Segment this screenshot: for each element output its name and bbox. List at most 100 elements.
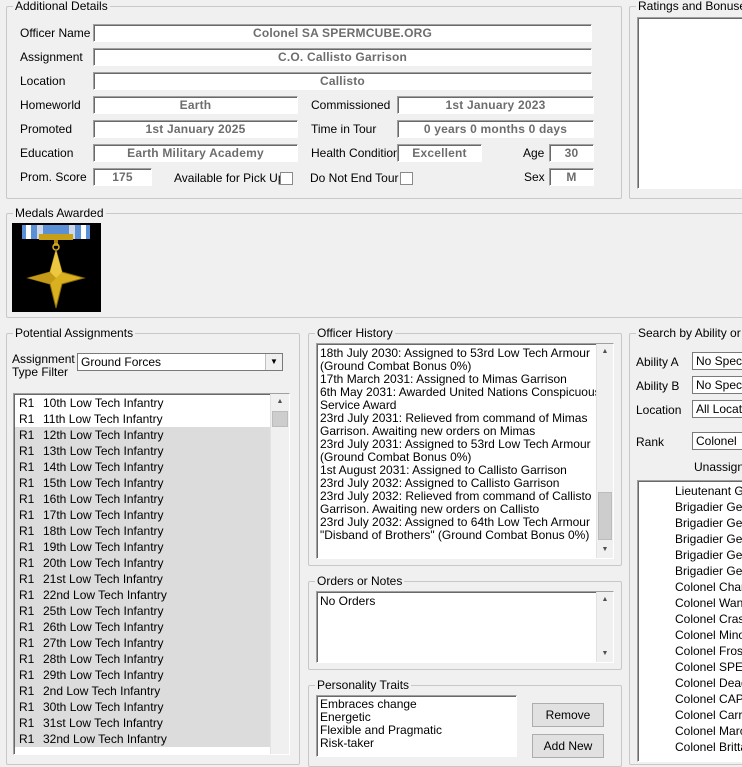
assignment-list-item[interactable]: R1 27th Low Tech Infantry — [15, 635, 272, 651]
assignment-list-item[interactable]: R1 2nd Low Tech Infantry — [15, 683, 272, 699]
time-in-tour-field[interactable]: 0 years 0 months 0 days — [397, 120, 594, 138]
potential-assignments-rows: R1 10th Low Tech Infantry R1 11th Low Tech … — [15, 395, 272, 747]
assignment-field[interactable]: C.O. Callisto Garrison — [93, 48, 592, 66]
orders-scrollbar[interactable]: ▲ ▼ — [596, 592, 613, 662]
search-result-item[interactable]: Colonel Wanu — [675, 595, 742, 611]
assignment-list-item[interactable]: R1 32nd Low Tech Infantry — [15, 731, 272, 747]
remove-trait-button[interactable]: Remove — [532, 703, 604, 727]
personality-trait-item[interactable]: Risk-taker — [320, 737, 442, 750]
assignment-list-item[interactable]: R1 26th Low Tech Infantry — [15, 619, 272, 635]
assignment-list-item[interactable]: R1 12th Low Tech Infantry — [15, 427, 272, 443]
ability-b-select[interactable]: No Specif — [692, 376, 742, 394]
commissioned-field[interactable]: 1st January 2023 — [397, 96, 594, 114]
ratings-list[interactable] — [637, 17, 742, 189]
education-label: Education — [20, 146, 74, 160]
assignment-list-item[interactable]: R1 17th Low Tech Infantry — [15, 507, 272, 523]
potential-assignments-scrollbar[interactable]: ▲ — [270, 394, 289, 754]
scroll-down-icon[interactable]: ▼ — [597, 646, 613, 662]
assignment-rank: R1 — [19, 668, 35, 682]
assignment-list-item[interactable]: R1 11th Low Tech Infantry — [15, 411, 272, 427]
search-result-item[interactable]: Brigadier Gene — [675, 547, 742, 563]
rank-select[interactable]: Colonel — [692, 432, 742, 450]
assignment-type-filter[interactable]: Ground Forces ▼ — [77, 353, 283, 371]
location-field[interactable]: Callisto — [93, 72, 592, 90]
search-result-item[interactable]: Colonel Carrol — [675, 707, 742, 723]
assignment-name: 14th Low Tech Infantry — [43, 460, 164, 474]
officer-history-scrollbar[interactable]: ▲ ▼ — [596, 344, 613, 558]
search-result-item[interactable]: Colonel Minorf — [675, 627, 742, 643]
search-result-item[interactable]: Colonel Marc I — [675, 723, 742, 739]
officer-name-field[interactable]: Colonel SA SPERMCUBE.ORG — [93, 24, 592, 42]
officer-name-label: Officer Name — [20, 26, 91, 40]
assignment-name: 11th Low Tech Infantry — [43, 412, 163, 426]
search-result-item[interactable]: Colonel SPER — [675, 659, 742, 675]
history-line: "Disband of Brothers" (Ground Combat Bon… — [320, 528, 590, 542]
promoted-field[interactable]: 1st January 2025 — [93, 120, 298, 138]
assignment-list-item[interactable]: R1 18th Low Tech Infantry — [15, 523, 272, 539]
search-result-item[interactable]: Brigadier Gene — [675, 563, 742, 579]
homeworld-label: Homeworld — [20, 98, 81, 112]
search-result-item[interactable]: Colonel CAPS — [675, 691, 742, 707]
search-result-item[interactable]: Brigadier Gene — [675, 531, 742, 547]
sex-field[interactable]: M — [549, 168, 594, 186]
search-result-item[interactable]: Brigadier Gene — [675, 515, 742, 531]
available-pickup-checkbox[interactable] — [280, 172, 293, 185]
assignment-rank: R1 — [19, 604, 35, 618]
medal-image[interactable] — [12, 223, 101, 312]
scroll-thumb[interactable] — [272, 411, 288, 427]
age-field[interactable]: 30 — [549, 144, 594, 162]
chevron-down-icon[interactable]: ▼ — [265, 354, 282, 370]
scroll-up-icon[interactable]: ▲ — [597, 592, 613, 608]
search-location-select[interactable]: All Locatio — [692, 400, 742, 418]
assignment-name: 17th Low Tech Infantry — [43, 508, 164, 522]
assignment-list-item[interactable]: R1 25th Low Tech Infantry — [15, 603, 272, 619]
personality-title: Personality Traits — [315, 678, 412, 692]
search-results-rows: Lieutenant GeBrigadier GeneBrigadier Gen… — [675, 483, 742, 755]
search-result-item[interactable]: Colonel Deade — [675, 675, 742, 691]
homeworld-field[interactable]: Earth — [93, 96, 298, 114]
assignment-list-item[interactable]: R1 19th Low Tech Infantry — [15, 539, 272, 555]
prom-score-field[interactable]: 175 — [93, 168, 152, 186]
search-result-item[interactable]: Colonel Crassu — [675, 611, 742, 627]
health-condition-field[interactable]: Excellent — [397, 144, 482, 162]
assignment-list-item[interactable]: R1 14th Low Tech Infantry — [15, 459, 272, 475]
search-result-item[interactable]: Lieutenant Ge — [675, 483, 742, 499]
officer-history-text[interactable]: 18th July 2030: Assigned to 53rd Low Tec… — [316, 343, 614, 559]
search-result-item[interactable]: Brigadier Gene — [675, 499, 742, 515]
scroll-thumb[interactable] — [598, 492, 612, 540]
scroll-down-icon[interactable]: ▼ — [597, 542, 613, 558]
search-result-item[interactable]: Colonel Britta I — [675, 739, 742, 755]
search-result-item[interactable]: Colonel Froste — [675, 643, 742, 659]
assignment-name: 12th Low Tech Infantry — [43, 428, 164, 442]
assignment-rank: R1 — [19, 492, 35, 506]
search-result-item[interactable]: Colonel Cham — [675, 579, 742, 595]
scroll-up-icon[interactable]: ▲ — [597, 344, 613, 360]
assignment-list-item[interactable]: R1 20th Low Tech Infantry — [15, 555, 272, 571]
assignment-rank: R1 — [19, 396, 35, 410]
do-not-end-tour-checkbox[interactable] — [400, 172, 413, 185]
assignment-list-item[interactable]: R1 29th Low Tech Infantry — [15, 667, 272, 683]
assignment-rank: R1 — [19, 732, 35, 746]
potential-assignments-list[interactable]: R1 10th Low Tech Infantry R1 11th Low Tech … — [13, 393, 290, 755]
assignment-list-item[interactable]: R1 16th Low Tech Infantry — [15, 491, 272, 507]
ability-b-value: No Specif — [696, 378, 742, 392]
assignment-list-item[interactable]: R1 10th Low Tech Infantry — [15, 395, 272, 411]
assignment-list-item[interactable]: R1 30th Low Tech Infantry — [15, 699, 272, 715]
assignment-list-item[interactable]: R1 28th Low Tech Infantry — [15, 651, 272, 667]
assignment-list-item[interactable]: R1 15th Low Tech Infantry — [15, 475, 272, 491]
orders-textarea[interactable]: No Orders ▲ ▼ — [316, 591, 614, 663]
assignment-rank: R1 — [19, 524, 35, 538]
scroll-up-icon[interactable]: ▲ — [271, 394, 289, 410]
add-new-trait-button[interactable]: Add New — [532, 734, 604, 758]
assignment-list-item[interactable]: R1 21st Low Tech Infantry — [15, 571, 272, 587]
assignment-filter-label-2: Type Filter — [12, 365, 69, 379]
promoted-label: Promoted — [20, 122, 73, 136]
potential-assignments-title: Potential Assignments — [13, 326, 136, 340]
search-results-list[interactable]: Lieutenant GeBrigadier GeneBrigadier Gen… — [637, 480, 742, 762]
education-field[interactable]: Earth Military Academy — [93, 144, 298, 162]
assignment-list-item[interactable]: R1 13th Low Tech Infantry — [15, 443, 272, 459]
ability-a-select[interactable]: No Specif — [692, 352, 742, 370]
assignment-list-item[interactable]: R1 31st Low Tech Infantry — [15, 715, 272, 731]
search-location-value: All Locatio — [696, 402, 742, 416]
assignment-list-item[interactable]: R1 22nd Low Tech Infantry — [15, 587, 272, 603]
